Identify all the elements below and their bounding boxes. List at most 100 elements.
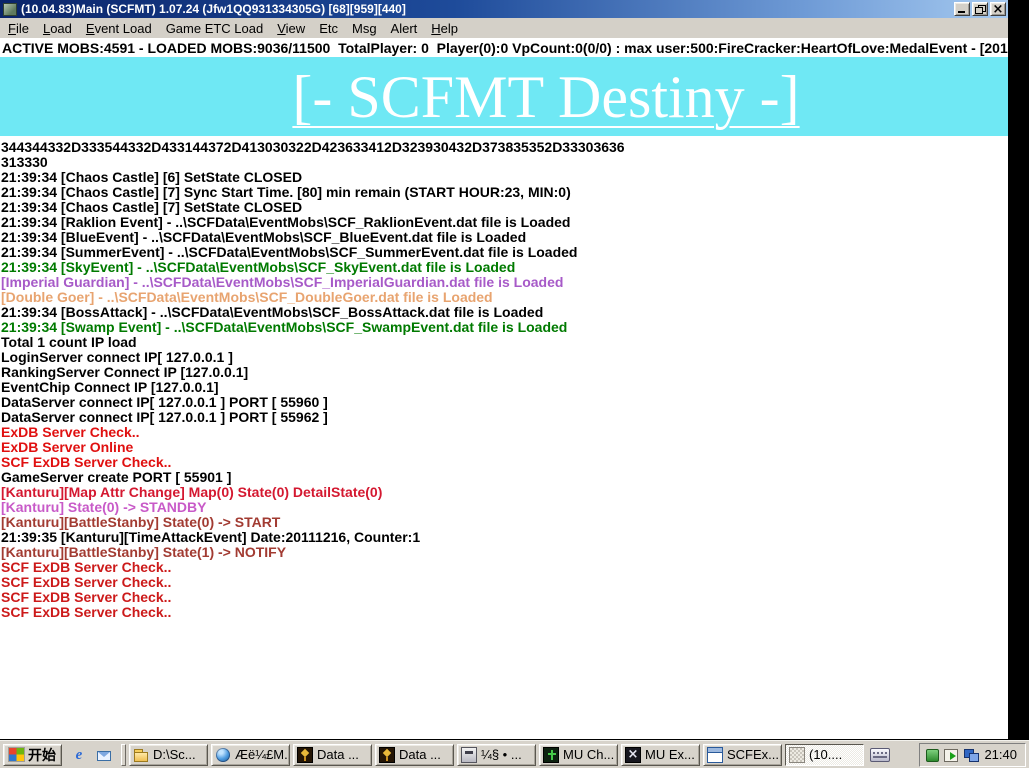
- task-button-label: Data ...: [399, 747, 441, 762]
- title-bar[interactable]: (10.04.83)Main (SCFMT) 1.07.24 (Jfw1QQ93…: [0, 0, 1008, 18]
- menu-item-file[interactable]: File: [1, 19, 36, 38]
- mu-gold-icon: [297, 747, 313, 763]
- log-line: ExDB Server Online: [1, 440, 1008, 455]
- tray-icons: [926, 747, 979, 763]
- task-button[interactable]: Data ...: [293, 744, 372, 766]
- restore-button[interactable]: [972, 2, 988, 16]
- mu-gold-icon: [379, 747, 395, 763]
- menu-item-game-etc-load[interactable]: Game ETC Load: [159, 19, 271, 38]
- task-button-label: Æë¼£M...: [235, 747, 290, 762]
- task-button[interactable]: Æë¼£M...: [211, 744, 290, 766]
- menu-item-event-load[interactable]: Event Load: [79, 19, 159, 38]
- sql-server-icon[interactable]: [944, 749, 958, 762]
- task-button-label: (10....: [809, 747, 842, 762]
- minimize-icon: [958, 11, 965, 13]
- task-button-label: MU Ex...: [645, 747, 695, 762]
- log-line: 21:39:35 [Kanturu][TimeAttackEvent] Date…: [1, 530, 1008, 545]
- mu-x-icon: [625, 747, 641, 763]
- quick-launch-outlook[interactable]: [94, 744, 114, 766]
- task-button-label: D:\Sc...: [153, 747, 196, 762]
- log-line: SCF ExDB Server Check..: [1, 560, 1008, 575]
- input-method-button[interactable]: [867, 744, 893, 766]
- log-line: DataServer connect IP[ 127.0.0.1 ] PORT …: [1, 395, 1008, 410]
- log-line: SCF ExDB Server Check..: [1, 575, 1008, 590]
- system-tray: 21:40: [919, 743, 1026, 767]
- restore-icon: [975, 5, 986, 14]
- mu-green-icon: [543, 747, 559, 763]
- taskbar: 开始 D:\Sc...Æë¼£M...Data ...Data ...¼§ • …: [0, 740, 1029, 768]
- task-button[interactable]: (10....: [785, 744, 864, 766]
- log-line: Total 1 count IP load: [1, 335, 1008, 350]
- network-icon[interactable]: [963, 747, 979, 763]
- menu-item-view[interactable]: View: [270, 19, 312, 38]
- quick-launch-ie[interactable]: [69, 744, 89, 766]
- log-line: [Double Goer] - ..\SCFData\EventMobs\SCF…: [1, 290, 1008, 305]
- desktop: (10.04.83)Main (SCFMT) 1.07.24 (Jfw1QQ93…: [0, 0, 1029, 768]
- task-button[interactable]: MU Ex...: [621, 744, 700, 766]
- keyboard-icon: [870, 748, 890, 762]
- menu-item-msg[interactable]: Msg: [345, 19, 384, 38]
- log-line: 21:39:34 [Chaos Castle] [7] SetState CLO…: [1, 200, 1008, 215]
- log-line: SCF ExDB Server Check..: [1, 455, 1008, 470]
- checker-icon: [789, 747, 805, 763]
- log-line: 21:39:34 [Chaos Castle] [6] SetState CLO…: [1, 170, 1008, 185]
- app-icon: [3, 3, 17, 16]
- start-button[interactable]: 开始: [3, 744, 62, 766]
- banner-text: [- SCFMT Destiny -]: [208, 59, 799, 135]
- device-icon: [461, 747, 477, 763]
- log-line: 344344332D333544332D433144372D413030322D…: [1, 140, 1008, 155]
- menu-item-etc[interactable]: Etc: [312, 19, 345, 38]
- log-line: [Kanturu][Map Attr Change] Map(0) State(…: [1, 485, 1008, 500]
- log-line: 21:39:34 [BlueEvent] - ..\SCFData\EventM…: [1, 230, 1008, 245]
- task-button[interactable]: MU Ch...: [539, 744, 618, 766]
- task-button-strip: D:\Sc...Æë¼£M...Data ...Data ...¼§ • ...…: [129, 744, 864, 766]
- quick-launch: [65, 744, 118, 766]
- task-button[interactable]: SCFEx...: [703, 744, 782, 766]
- taskbar-divider: [121, 744, 126, 766]
- status-line: ACTIVE MOBS:4591 - LOADED MOBS:9036/1150…: [0, 38, 1008, 57]
- taskbar-clock: 21:40: [984, 747, 1017, 762]
- log-line: LoginServer connect IP[ 127.0.0.1 ]: [1, 350, 1008, 365]
- task-button[interactable]: D:\Sc...: [129, 744, 208, 766]
- menu-item-help[interactable]: Help: [424, 19, 465, 38]
- log-line: ExDB Server Check..: [1, 425, 1008, 440]
- log-line: 313330: [1, 155, 1008, 170]
- log-line: 21:39:34 [Raklion Event] - ..\SCFData\Ev…: [1, 215, 1008, 230]
- log-area[interactable]: 344344332D333544332D433144372D413030322D…: [0, 136, 1008, 620]
- log-line: [Kanturu][BattleStanby] State(1) -> NOTI…: [1, 545, 1008, 560]
- window-controls: [954, 2, 1006, 16]
- log-line: SCF ExDB Server Check..: [1, 605, 1008, 620]
- task-button[interactable]: Data ...: [375, 744, 454, 766]
- log-line: GameServer create PORT [ 55901 ]: [1, 470, 1008, 485]
- start-label: 开始: [28, 745, 56, 765]
- log-line: RankingServer Connect IP [127.0.0.1]: [1, 365, 1008, 380]
- window-icon: [707, 747, 723, 763]
- log-line: EventChip Connect IP [127.0.0.1]: [1, 380, 1008, 395]
- log-line: [Imperial Guardian] - ..\SCFData\EventMo…: [1, 275, 1008, 290]
- log-line: [Kanturu][BattleStanby] State(0) -> STAR…: [1, 515, 1008, 530]
- task-button-label: MU Ch...: [563, 747, 614, 762]
- log-line: 21:39:34 [SummerEvent] - ..\SCFData\Even…: [1, 245, 1008, 260]
- outlook-icon: [96, 747, 112, 763]
- task-button[interactable]: ¼§ • ...: [457, 744, 536, 766]
- log-line: 21:39:34 [SkyEvent] - ..\SCFData\EventMo…: [1, 260, 1008, 275]
- log-line: [Kanturu] State(0) -> STANDBY: [1, 500, 1008, 515]
- log-line: 21:39:34 [Swamp Event] - ..\SCFData\Even…: [1, 320, 1008, 335]
- task-button-label: SCFEx...: [727, 747, 779, 762]
- log-line: 21:39:34 [BossAttack] - ..\SCFData\Event…: [1, 305, 1008, 320]
- task-button-label: ¼§ • ...: [481, 747, 522, 762]
- log-line: DataServer connect IP[ 127.0.0.1 ] PORT …: [1, 410, 1008, 425]
- minimize-button[interactable]: [954, 2, 970, 16]
- scfmt-window: (10.04.83)Main (SCFMT) 1.07.24 (Jfw1QQ93…: [0, 0, 1008, 739]
- log-line: 21:39:34 [Chaos Castle] [7] Sync Start T…: [1, 185, 1008, 200]
- menu-item-alert[interactable]: Alert: [384, 19, 425, 38]
- antivirus-icon[interactable]: [926, 749, 939, 762]
- ie-icon: [71, 747, 87, 763]
- menu-bar: FileLoadEvent LoadGame ETC LoadViewEtcMs…: [0, 18, 1008, 38]
- log-line: SCF ExDB Server Check..: [1, 590, 1008, 605]
- menu-item-load[interactable]: Load: [36, 19, 79, 38]
- close-button[interactable]: [990, 2, 1006, 16]
- folder-icon: [133, 747, 149, 763]
- windows-flag-icon: [9, 748, 24, 761]
- globe-icon: [215, 747, 231, 763]
